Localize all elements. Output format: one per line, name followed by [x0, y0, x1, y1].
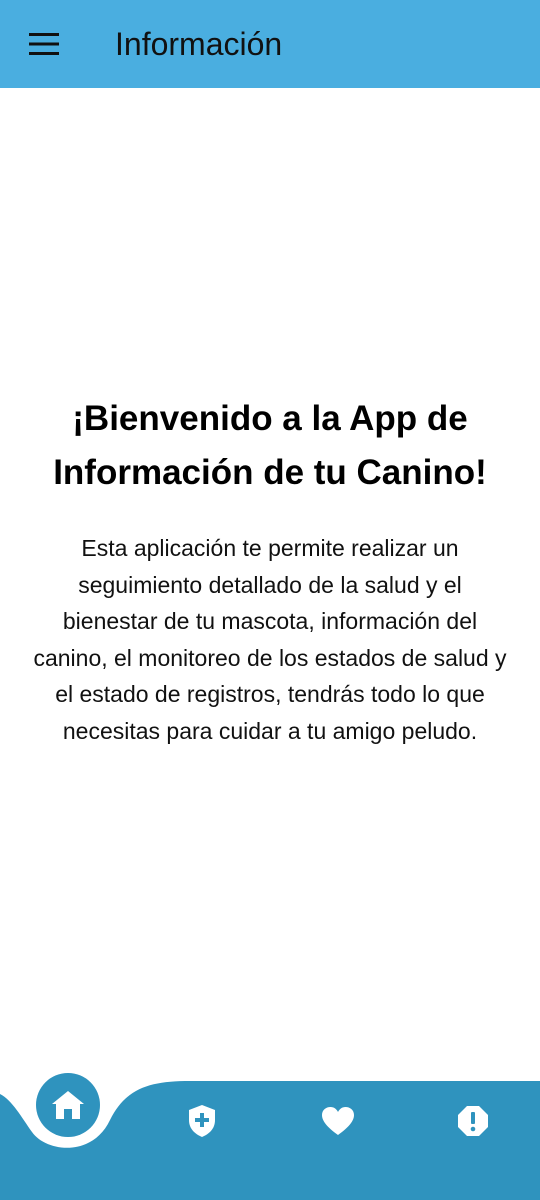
nav-wellness-button[interactable] [316, 1100, 360, 1142]
hamburger-menu-icon [29, 33, 59, 55]
nav-health-button[interactable] [182, 1100, 222, 1142]
page-title: Información [115, 26, 283, 62]
menu-button[interactable] [18, 18, 70, 70]
nav-home-button[interactable] [36, 1073, 100, 1137]
nav-alerts-button[interactable] [452, 1100, 494, 1142]
home-icon [52, 1091, 84, 1119]
alert-octagon-icon [458, 1106, 488, 1136]
heart-icon [322, 1107, 354, 1135]
welcome-section: ¡Bienvenido a la App de Información de t… [30, 392, 510, 749]
shield-plus-icon [189, 1105, 215, 1137]
app-bar: Información [0, 0, 540, 88]
welcome-heading: ¡Bienvenido a la App de Información de t… [53, 399, 487, 492]
welcome-description: Esta aplicación te permite realizar un s… [33, 535, 507, 744]
